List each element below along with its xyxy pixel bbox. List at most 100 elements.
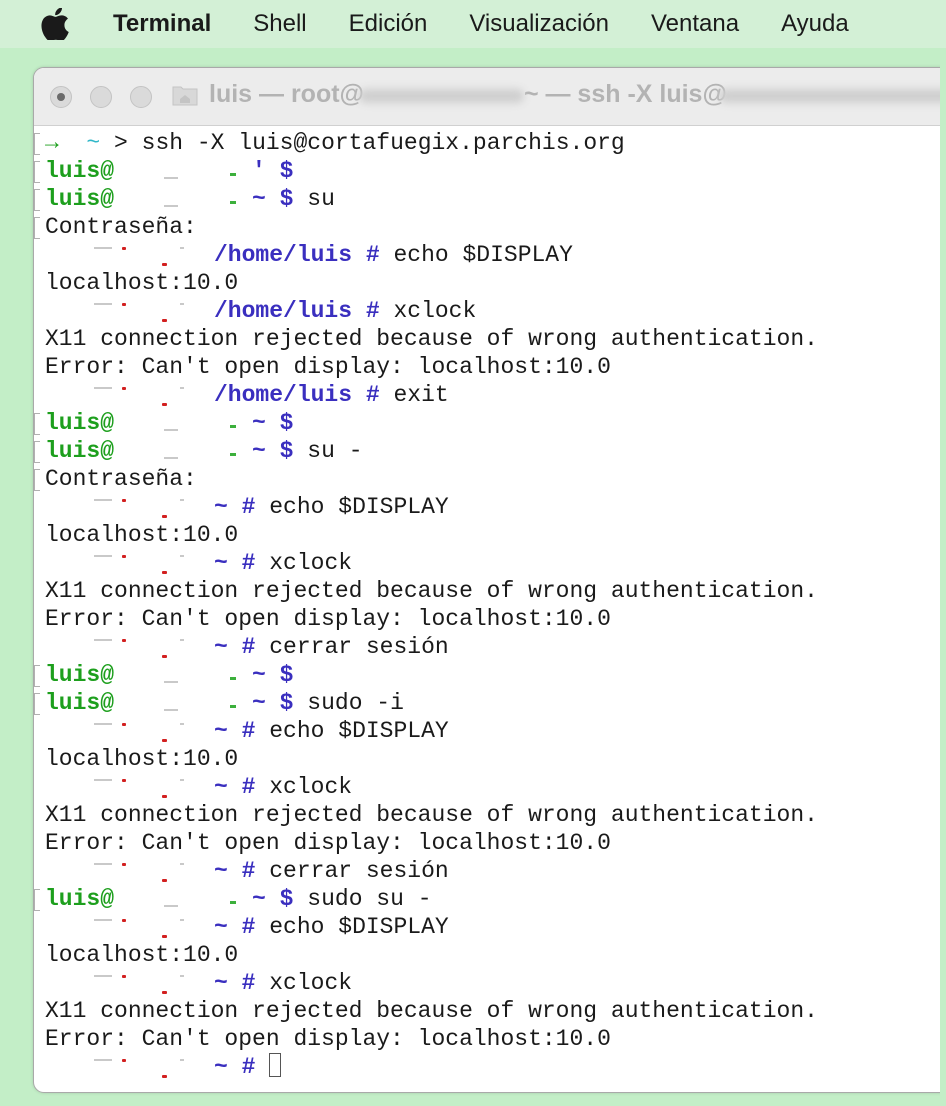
terminal-window: luis — root@ ~ — ssh -X luis@ → ~ > ssh -… <box>33 67 946 1093</box>
prompt-dir: ~ <box>252 410 266 436</box>
output-text: localhost:10.0 <box>45 942 239 968</box>
prompt-sigil: # <box>241 718 256 744</box>
prompt-dir: /home/luis <box>214 382 353 408</box>
command-text: xclock <box>269 550 353 576</box>
prompt-mark <box>34 889 40 911</box>
redaction-mark <box>180 555 184 557</box>
line-text: luis@ ~ $ su <box>45 185 335 213</box>
redaction-mark <box>180 975 184 977</box>
line-text: localhost:10.0 <box>45 521 238 549</box>
output-text: X11 connection rejected because of wrong… <box>45 578 818 604</box>
line-text: → ~ > ssh -X luis@cortafuegix.parchis.or… <box>45 129 625 157</box>
command-text: echo $DISPLAY <box>269 718 449 744</box>
line-text: Error: Can't open display: localhost:10.… <box>45 605 611 633</box>
command-text: xclock <box>269 774 353 800</box>
line-text: ~ # echo $DISPLAY <box>214 493 449 521</box>
prompt-sigil: # <box>241 634 256 660</box>
prompt-mark <box>34 665 40 687</box>
prompt-dir: /home/luis <box>214 298 353 324</box>
prompt-sigil: # <box>241 494 256 520</box>
prompt-dir: ~ <box>214 774 228 800</box>
prompt-sigil: $ <box>279 662 294 688</box>
line-text: X11 connection rejected because of wrong… <box>45 577 818 605</box>
redaction-mark <box>122 723 126 726</box>
redacted-host <box>359 89 524 103</box>
redaction-mark <box>122 639 126 642</box>
prompt-sigil: $ <box>279 438 294 464</box>
line-text: ~ # cerrar sesión <box>214 633 449 661</box>
redaction-mark <box>94 555 112 557</box>
prompt-dir: ~ <box>214 914 228 940</box>
redaction-mark <box>162 319 167 322</box>
line-text: /home/luis # echo $DISPLAY <box>214 241 573 269</box>
command-text: cerrar sesión <box>269 858 449 884</box>
prompt-user: luis@ <box>45 186 115 212</box>
menu-ayuda[interactable]: Ayuda <box>781 10 849 38</box>
redaction-mark <box>162 655 167 658</box>
menu-terminal[interactable]: Terminal <box>113 10 211 38</box>
menu-ventana[interactable]: Ventana <box>651 10 739 38</box>
line-text: luis@ ' $ <box>45 157 293 185</box>
line-text: X11 connection rejected because of wrong… <box>45 997 818 1025</box>
output-text: Error: Can't open display: localhost:10.… <box>45 354 611 380</box>
prompt-dir: ~ <box>214 718 228 744</box>
menu-shell[interactable]: Shell <box>253 10 306 38</box>
terminal-content[interactable]: → ~ > ssh -X luis@cortafuegix.parchis.or… <box>34 128 946 1088</box>
line-text: localhost:10.0 <box>45 941 238 969</box>
redaction-mark <box>162 879 167 882</box>
menu-edicion[interactable]: Edición <box>349 10 428 38</box>
redaction-mark <box>162 991 167 994</box>
command-text: cerrar sesión <box>269 634 449 660</box>
prompt-mark <box>34 189 40 211</box>
command-text: echo $DISPLAY <box>269 914 449 940</box>
line-text: luis@ ~ $ sudo -i <box>45 689 404 717</box>
prompt-sigil: # <box>241 858 256 884</box>
line-text: Error: Can't open display: localhost:10.… <box>45 1025 611 1053</box>
zoom-button[interactable] <box>130 86 152 108</box>
redaction-mark <box>94 639 112 641</box>
prompt-dir: ~ <box>252 186 266 212</box>
redaction-mark <box>94 919 112 921</box>
line-text: Error: Can't open display: localhost:10.… <box>45 353 611 381</box>
line-text: Error: Can't open display: localhost:10.… <box>45 829 611 857</box>
prompt-sigil: # <box>365 382 380 408</box>
redaction-mark <box>180 779 184 781</box>
redaction-mark <box>162 571 167 574</box>
redaction-mark <box>122 499 126 502</box>
prompt-sigil: # <box>241 550 256 576</box>
close-button[interactable] <box>50 86 72 108</box>
prompt-user: luis@ <box>45 438 115 464</box>
command-text: > ssh -X luis@cortafuegix.parchis.org <box>114 130 625 156</box>
redaction-mark <box>122 863 126 866</box>
redaction-mark <box>180 1059 184 1061</box>
desktop-background <box>940 48 946 1106</box>
apple-logo-icon[interactable] <box>40 8 70 40</box>
line-text: ~ # xclock <box>214 773 352 801</box>
title-bar[interactable]: luis — root@ ~ — ssh -X luis@ <box>34 68 946 126</box>
command-text: xclock <box>393 298 477 324</box>
prompt-dir: ~ <box>252 438 266 464</box>
command-text: su - <box>307 438 363 464</box>
redaction-mark <box>122 779 126 782</box>
prompt-mark <box>34 693 40 715</box>
redaction-mark <box>180 639 184 641</box>
line-text: luis@ ~ $ sudo su - <box>45 885 432 913</box>
redaction-mark <box>180 919 184 921</box>
prompt-dir: ' <box>252 158 266 184</box>
line-text: X11 connection rejected because of wrong… <box>45 801 818 829</box>
redaction-mark <box>94 499 112 501</box>
prompt-mark <box>34 161 40 183</box>
minimize-button[interactable] <box>90 86 112 108</box>
prompt-dir: /home/luis <box>214 242 353 268</box>
redaction-mark <box>162 739 167 742</box>
line-text: ~ # <box>214 1052 282 1081</box>
redaction-mark <box>122 919 126 922</box>
command-text: echo $DISPLAY <box>269 494 449 520</box>
line-text: Contraseña: <box>45 213 197 241</box>
output-text: Contraseña: <box>45 214 197 240</box>
home-folder-icon <box>172 86 198 106</box>
prompt-dir: ~ <box>86 130 101 156</box>
prompt-user: luis@ <box>45 410 115 436</box>
menu-visualizacion[interactable]: Visualización <box>469 10 609 38</box>
redaction-mark <box>180 303 184 305</box>
